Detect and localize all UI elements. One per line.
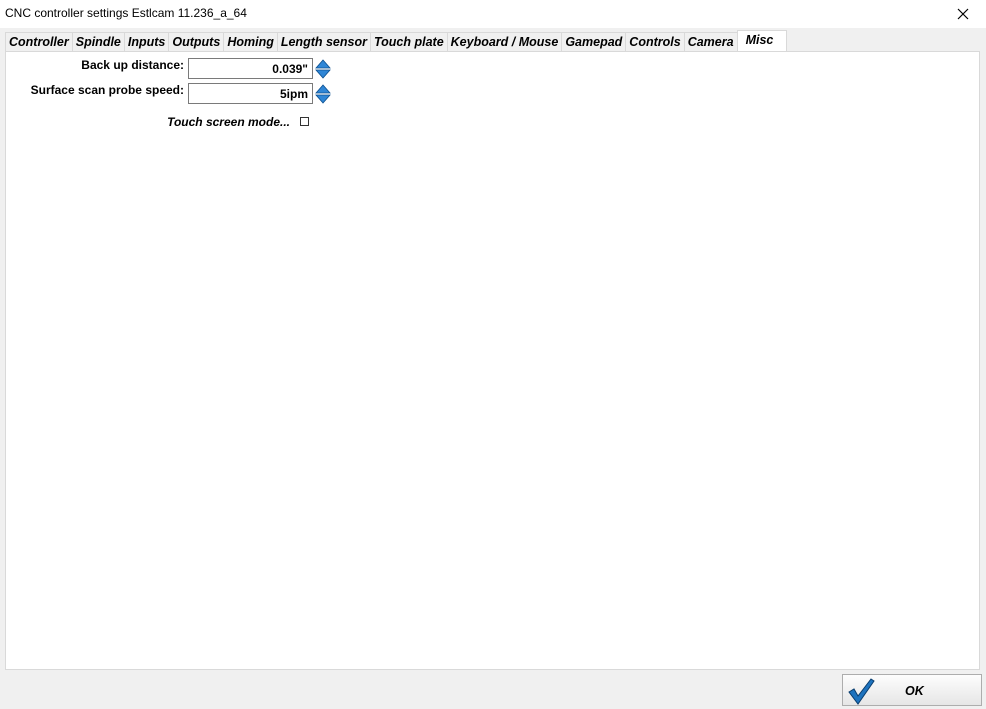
tab-spindle[interactable]: Spindle	[71, 32, 125, 51]
window-title: CNC controller settings Estlcam 11.236_a…	[5, 6, 247, 20]
tab-controls[interactable]: Controls	[625, 32, 685, 51]
back-up-distance-spinner[interactable]	[315, 58, 331, 80]
tab-gamepad[interactable]: Gamepad	[561, 32, 627, 51]
surface-scan-speed-label: Surface scan probe speed:	[30, 83, 184, 97]
title-bar: CNC controller settings Estlcam 11.236_a…	[0, 0, 986, 28]
surface-scan-speed-spinner[interactable]	[315, 83, 331, 105]
tab-homing[interactable]: Homing	[223, 32, 278, 51]
spin-down-icon	[315, 94, 331, 104]
close-button[interactable]	[940, 0, 986, 28]
close-icon	[957, 8, 969, 20]
touch-screen-mode-label: Touch screen mode...	[167, 115, 290, 129]
spin-up-icon	[315, 84, 331, 94]
ok-button-label: OK	[905, 684, 924, 698]
tab-keyboard-mouse[interactable]: Keyboard / Mouse	[446, 32, 563, 51]
tab-length-sensor[interactable]: Length sensor	[276, 32, 371, 51]
tab-outputs[interactable]: Outputs	[168, 32, 225, 51]
spin-down-icon	[315, 69, 331, 79]
tab-inputs[interactable]: Inputs	[123, 32, 170, 51]
back-up-distance-input[interactable]: 0.039"	[188, 58, 313, 79]
checkmark-icon	[848, 678, 875, 705]
tab-controller[interactable]: Controller	[5, 32, 73, 51]
spin-up-icon	[315, 59, 331, 69]
surface-scan-speed-input[interactable]: 5ipm	[188, 83, 313, 104]
back-up-distance-label: Back up distance:	[81, 58, 184, 72]
misc-settings-panel: Back up distance: 0.039" Surface scan pr…	[5, 51, 980, 670]
touch-screen-mode-checkbox[interactable]	[300, 117, 309, 126]
tab-strip: Controller Spindle Inputs Outputs Homing…	[5, 30, 788, 51]
tab-touch-plate[interactable]: Touch plate	[369, 32, 448, 51]
ok-button[interactable]: OK	[842, 674, 982, 706]
tab-camera[interactable]: Camera	[683, 32, 738, 51]
tab-misc[interactable]: Misc	[736, 30, 788, 51]
